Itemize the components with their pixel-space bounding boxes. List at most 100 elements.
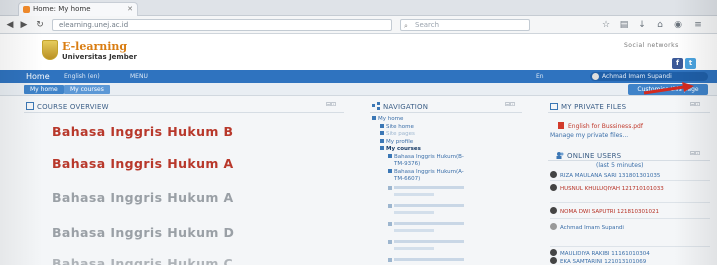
back-icon[interactable]: ◀ [4, 19, 16, 31]
addon-icon[interactable]: ◉ [672, 19, 684, 31]
address-bar[interactable]: elearning.unej.ac.id [52, 19, 392, 31]
social-icons: ft [672, 50, 698, 69]
bullet-icon [380, 123, 384, 128]
main-nav-bar: Home English (en) MENU En Achmad Imam Su… [0, 70, 717, 83]
course-icon [388, 168, 392, 173]
close-tab-icon[interactable]: ✕ [127, 3, 133, 15]
avatar [592, 73, 599, 80]
nav-lang[interactable]: En [536, 70, 544, 83]
course-link[interactable]: Bahasa Inggris Hukum A [52, 190, 234, 205]
bookmarks-icon[interactable]: ▤ [618, 19, 630, 31]
online-user[interactable]: Achmad Imam Supandi [550, 223, 624, 231]
private-file-link[interactable]: English for Bussiness.pdf [558, 122, 643, 130]
course-link[interactable]: Bahasa Inggris Hukum D [52, 225, 234, 240]
breadcrumb-my-courses[interactable]: My courses [64, 85, 110, 94]
online-users-label: ONLINE USERS [567, 152, 622, 160]
reload-icon[interactable]: ↻ [34, 19, 46, 31]
university-logo-icon [42, 40, 58, 60]
online-users-title: ONLINE USERS [556, 151, 621, 160]
nav-item-site-pages[interactable]: Site pages [372, 131, 522, 139]
navigation-icon [372, 102, 380, 110]
divider [550, 180, 710, 181]
browser-search-input[interactable]: ⌕ Search [400, 19, 530, 31]
user-menu[interactable]: Achmad Imam Supandi [590, 72, 708, 81]
search-icon: ⌕ [404, 22, 408, 30]
divider [550, 202, 710, 203]
nav-item-course-code: TM-6607) [394, 176, 421, 182]
bullet-icon [380, 131, 384, 135]
browser-tab-bar: Home: My home ✕ [0, 0, 717, 16]
divider [548, 112, 710, 113]
online-users-collapse-icon[interactable]: ⊟⊡ [690, 150, 700, 157]
course-overview-collapse-icon[interactable]: ⊟⊡ [326, 101, 336, 108]
browser-toolbar: ◀ ▶ ↻ elearning.unej.ac.id ⌕ Search ☆ ▤ … [0, 16, 717, 34]
course-link[interactable]: Bahasa Inggris Hukum A [52, 156, 234, 171]
search-placeholder: Search [415, 21, 440, 29]
divider [550, 246, 710, 247]
twitter-icon[interactable]: t [685, 58, 696, 69]
logo-subtitle: Universitas Jember [62, 53, 137, 61]
logo-title[interactable]: E-learning [62, 40, 127, 53]
private-files-title: MY PRIVATE FILES [550, 102, 626, 111]
star-icon[interactable]: ☆ [600, 19, 612, 31]
private-files-label: MY PRIVATE FILES [561, 103, 627, 111]
course-overview-icon [26, 102, 34, 110]
nav-item-course-faded[interactable] [372, 239, 522, 248]
avatar [550, 207, 557, 214]
nav-item-course[interactable]: Bahasa Inggris Hukum(A- [372, 168, 522, 177]
nav-home[interactable]: Home [26, 70, 50, 83]
browser-tab-title: Home: My home [33, 5, 91, 13]
nav-menu[interactable]: MENU [130, 70, 148, 83]
facebook-icon[interactable]: f [672, 58, 683, 69]
browser-tab[interactable]: Home: My home ✕ [18, 2, 138, 16]
nav-language-menu[interactable]: English (en) [64, 70, 100, 83]
online-user[interactable]: MAULIDIYA RAKIBI 11161010304 [550, 249, 650, 257]
nav-item-course-faded[interactable] [372, 185, 522, 194]
divider [370, 112, 522, 113]
online-user[interactable]: NOMA DWI SAPUTRI 121810301021 [550, 207, 659, 215]
users-icon [556, 152, 564, 159]
user-name: Achmad Imam Supandi [602, 73, 672, 80]
nav-item-course-faded[interactable] [372, 257, 522, 265]
divider [550, 218, 710, 219]
social-networks-label: Social networks [624, 42, 679, 49]
avatar [550, 171, 557, 178]
red-arrow-annotation [643, 82, 694, 95]
bullet-icon [372, 116, 376, 120]
online-user[interactable]: RIZA MAULANA SARI 131801301035 [550, 171, 660, 179]
pdf-icon [558, 122, 564, 129]
nav-item-course-faded[interactable] [372, 221, 522, 230]
screen: Home: My home ✕ ◀ ▶ ↻ elearning.unej.ac.… [0, 0, 717, 265]
nav-item-course[interactable]: Bahasa Inggris Hukum(B- [372, 153, 522, 162]
bullet-icon [380, 138, 384, 143]
course-link[interactable]: Bahasa Inggris Hukum B [52, 124, 234, 139]
navigation-collapse-icon[interactable]: ⊟⊡ [505, 101, 515, 108]
bullet-icon [380, 146, 384, 150]
forward-icon[interactable]: ▶ [18, 19, 30, 31]
nav-item-site-home[interactable]: Site home [372, 123, 522, 132]
avatar [550, 257, 557, 264]
download-icon[interactable]: ↓ [636, 19, 648, 31]
nav-item-my-profile[interactable]: My profile [372, 138, 522, 147]
course-icon [388, 153, 392, 158]
divider [24, 112, 344, 113]
private-file-name: English for Bussiness.pdf [568, 123, 643, 130]
avatar [550, 249, 557, 256]
nav-item-course-faded[interactable] [372, 203, 522, 212]
course-link[interactable]: Bahasa Inggris Hukum C [52, 256, 233, 265]
online-user[interactable]: HUSNUL KHULUQIYAH 121710101033 [550, 184, 664, 192]
course-overview-label: COURSE OVERVIEW [37, 103, 109, 111]
favicon-icon [23, 6, 30, 13]
nav-item-my-courses[interactable]: My courses [372, 146, 522, 154]
breadcrumb: My home My courses [0, 83, 717, 96]
private-files-collapse-icon[interactable]: ⊟⊡ [690, 101, 700, 108]
manage-private-files-link[interactable]: Manage my private files... [550, 132, 628, 139]
course-overview-title: COURSE OVERVIEW [26, 102, 109, 111]
online-user[interactable]: EKA SAMTARINI 121013101069 [550, 257, 646, 265]
navigation-label: NAVIGATION [383, 103, 429, 111]
breadcrumb-my-home[interactable]: My home [24, 85, 64, 94]
nav-item-my-home[interactable]: My home [372, 116, 522, 124]
folder-icon [550, 103, 558, 110]
home-icon[interactable]: ⌂ [654, 19, 666, 31]
menu-icon[interactable]: ≡ [692, 19, 704, 31]
